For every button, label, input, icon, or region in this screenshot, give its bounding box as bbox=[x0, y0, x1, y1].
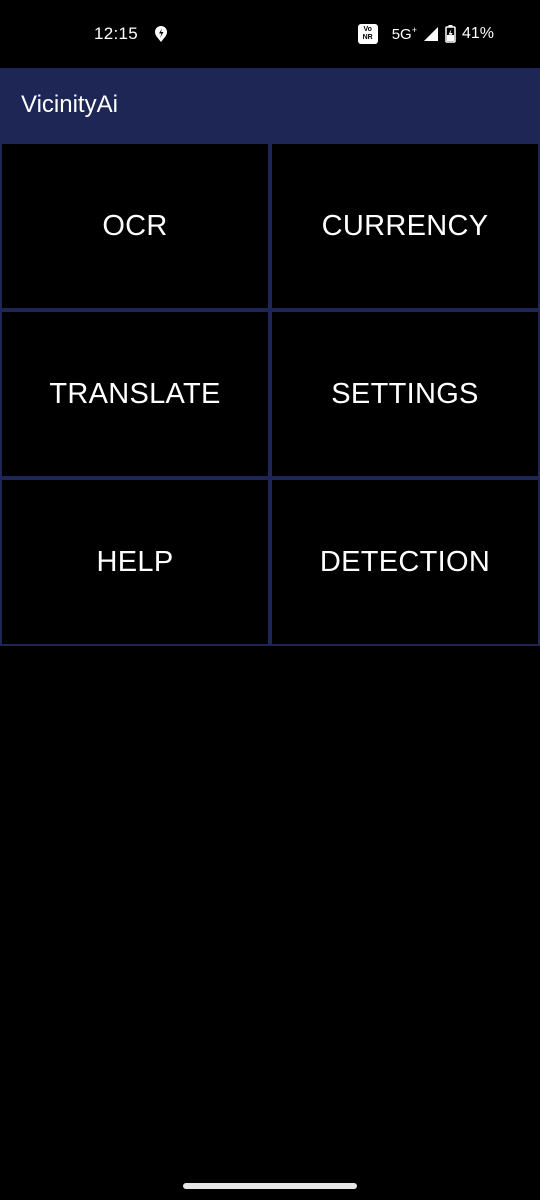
settings-button-label: SETTINGS bbox=[331, 377, 479, 410]
vonr-bottom-label: NR bbox=[362, 34, 373, 41]
translate-button[interactable]: TRANSLATE bbox=[0, 310, 270, 478]
battery-percentage: 41% bbox=[461, 25, 494, 42]
battery-charging-icon bbox=[445, 25, 456, 43]
settings-button[interactable]: SETTINGS bbox=[270, 310, 540, 478]
detection-button-label: DETECTION bbox=[319, 545, 491, 578]
translate-button-label: TRANSLATE bbox=[49, 377, 221, 410]
help-button-label: HELP bbox=[96, 545, 174, 578]
app-notification-icon bbox=[155, 26, 167, 42]
status-bar: 12:15 Vo NR 5G+ 41% bbox=[0, 0, 540, 68]
menu-grid: OCR CURRENCY TRANSLATE SETTINGS HELP DET… bbox=[0, 142, 540, 646]
network-type: 5G+ bbox=[392, 25, 417, 43]
ocr-button-label: OCR bbox=[102, 209, 168, 242]
currency-button-label: CURRENCY bbox=[321, 209, 489, 242]
signal-icon bbox=[423, 27, 438, 41]
detection-button[interactable]: DETECTION bbox=[270, 478, 540, 646]
app-title: VicinityAi bbox=[21, 91, 118, 118]
status-time: 12:15 bbox=[94, 24, 139, 43]
network-type-plus: + bbox=[411, 25, 417, 35]
status-indicators: Vo NR 5G+ 41% bbox=[357, 22, 494, 46]
app-bar: VicinityAi bbox=[0, 68, 540, 142]
vonr-icon: Vo NR bbox=[357, 24, 378, 44]
ocr-button[interactable]: OCR bbox=[0, 142, 270, 310]
help-button[interactable]: HELP bbox=[0, 478, 270, 646]
gesture-nav-handle[interactable] bbox=[183, 1183, 357, 1189]
currency-button[interactable]: CURRENCY bbox=[270, 142, 540, 310]
vonr-top-label: Vo bbox=[363, 26, 372, 33]
network-type-label: 5G bbox=[391, 26, 412, 43]
